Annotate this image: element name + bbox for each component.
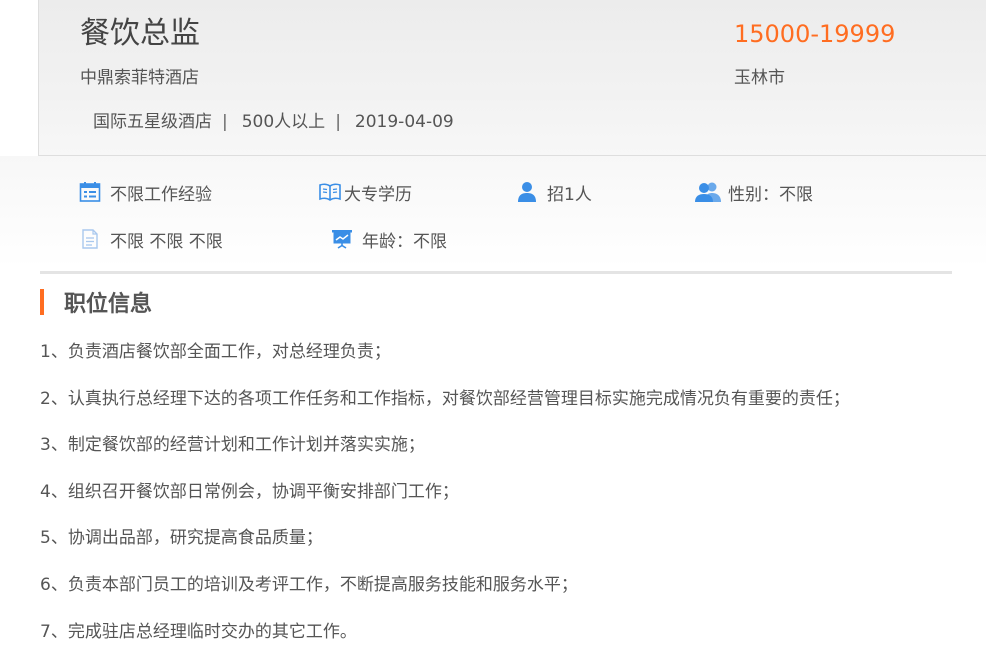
document-icon (78, 227, 102, 251)
requirement-label: 不限工作经验 (110, 184, 212, 205)
requirement-headcount: 招1人 (515, 177, 592, 207)
post-date: 2019-04-09 (354, 112, 454, 132)
salary-range: 15000-19999 (734, 20, 896, 48)
section-header: 职位信息 (40, 288, 153, 317)
requirement-age: 年龄：不限 (330, 224, 447, 254)
requirement-label: 招1人 (547, 184, 592, 205)
duty-item: 1、负责酒店餐饮部全面工作，对总经理负责； (40, 342, 391, 362)
company-size: 500人以上 (241, 112, 326, 132)
requirement-label: 大专学历 (344, 184, 412, 205)
requirement-education: 大专学历 (318, 177, 412, 207)
duty-item: 5、协调出品部，研究提高食品质量； (40, 528, 323, 549)
user-icon (515, 180, 539, 204)
duty-item: 2、认真执行总经理下达的各项工作任务和工作指标，对餐饮部经营管理目标实施完成情况… (40, 388, 850, 409)
section-accent-bar (40, 289, 44, 315)
job-title: 餐饮总监 (80, 16, 200, 51)
requirement-label: 性别：不限 (728, 184, 813, 205)
duty-item: 3、制定餐饮部的经营计划和工作计划并落实实施； (40, 435, 425, 456)
requirement-gender: 性别：不限 (694, 177, 813, 207)
duty-item: 4、组织召开餐饮部日常例会，协调平衡安排部门工作； (40, 481, 459, 502)
section-divider (40, 271, 952, 274)
meta-separator: | (335, 112, 341, 132)
calendar-list-icon (78, 180, 102, 204)
duty-item: 6、负责本部门员工的培训及考评工作，不断提高服务技能和服务水平； (40, 574, 578, 595)
duty-item: 7、完成驻店总经理临时交办的其它工作。 (40, 621, 357, 642)
company-name-link[interactable]: 中鼎索菲特酒店 (80, 64, 199, 92)
requirement-label: 不限 不限 不限 (110, 231, 223, 252)
users-icon (694, 180, 722, 204)
job-duties-list: 1、负责酒店餐饮部全面工作，对总经理负责； 2、认真执行总经理下达的各项工作任务… (40, 337, 850, 663)
requirement-other: 不限 不限 不限 (78, 224, 223, 254)
presentation-board-icon (330, 227, 354, 251)
job-city: 玉林市 (734, 68, 785, 88)
company-type: 国际五星级酒店 (93, 112, 212, 132)
company-meta: 国际五星级酒店 | 500人以上 | 2019-04-09 (93, 108, 454, 136)
requirement-label: 年龄：不限 (362, 231, 447, 252)
book-icon (318, 180, 342, 204)
meta-separator: | (222, 112, 228, 132)
section-title: 职位信息 (64, 292, 153, 317)
requirement-experience: 不限工作经验 (78, 177, 212, 207)
